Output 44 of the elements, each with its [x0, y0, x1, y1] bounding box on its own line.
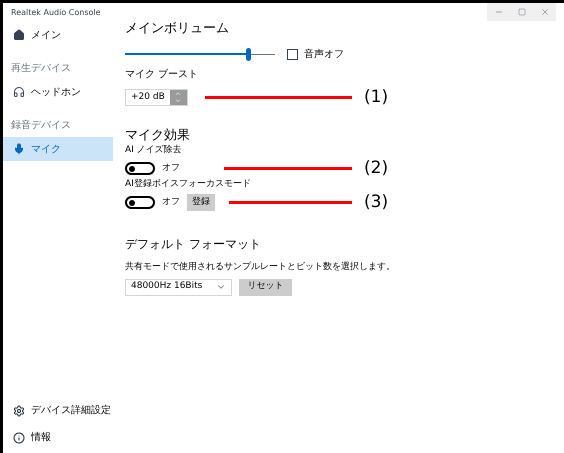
- sidebar-item-label: デバイス詳細設定: [31, 404, 111, 418]
- callout-label: (3): [364, 190, 390, 214]
- volume-slider[interactable]: [125, 47, 275, 61]
- window-title: Realtek Audio Console: [10, 7, 102, 19]
- info-icon: [13, 432, 25, 444]
- checkbox[interactable]: [287, 48, 298, 60]
- microphone-icon: [13, 143, 25, 155]
- toggle-state: オフ: [162, 162, 180, 175]
- spin-box-value: +20 dB: [130, 90, 166, 104]
- register-button[interactable]: 登録: [187, 194, 215, 211]
- spin-box[interactable]: +20 dB: [125, 88, 188, 106]
- checkbox-label: 音声オフ: [304, 48, 344, 62]
- chevron-down-icon[interactable]: [174, 97, 182, 105]
- maximize-icon: [518, 8, 526, 16]
- sidebar-item-label: 情報: [31, 430, 51, 445]
- toggle-switch[interactable]: [125, 196, 155, 209]
- section-title: デフォルト フォーマット: [125, 236, 262, 253]
- sidebar-item[interactable]: ヘッドホン: [3, 80, 113, 104]
- settings-icon: [13, 404, 25, 416]
- sidebar-item-label: ヘッドホン: [31, 86, 81, 100]
- section-title: メインボリューム: [125, 20, 230, 38]
- sidebar-item[interactable]: メイン: [3, 23, 113, 47]
- field-label: マイク ブースト: [125, 68, 200, 82]
- close-icon: [540, 7, 550, 17]
- headphones-icon: [13, 86, 25, 98]
- chevron-up-icon[interactable]: [174, 90, 182, 98]
- sidebar-item[interactable]: マイク: [3, 137, 113, 161]
- callout-label: (2): [364, 156, 390, 180]
- description-text: 共有モードで使用されるサンプルレートとビット数を選択します。: [125, 261, 396, 274]
- sidebar-item[interactable]: 情報: [3, 424, 113, 451]
- toggle-state: オフ: [162, 196, 180, 209]
- toggle-switch[interactable]: [125, 162, 155, 175]
- home-icon: [13, 29, 25, 41]
- toggle-label: AI登録ボイスフォーカスモード: [125, 178, 252, 190]
- sidebar-section-header: 再生デバイス: [10, 62, 72, 76]
- section-title: マイク効果: [125, 128, 191, 143]
- reset-button[interactable]: リセット: [239, 278, 292, 296]
- format-dropdown[interactable]: 48000Hz 16Bits: [125, 278, 232, 296]
- sidebar-section-header: 録音デバイス: [10, 118, 72, 133]
- callout-label: (1): [364, 86, 390, 108]
- sidebar-item-label: メイン: [31, 28, 61, 42]
- sidebar-item-label: マイク: [31, 142, 61, 156]
- sidebar-item[interactable]: デバイス詳細設定: [3, 397, 113, 424]
- toggle-label: AI ノイズ除去: [125, 144, 183, 156]
